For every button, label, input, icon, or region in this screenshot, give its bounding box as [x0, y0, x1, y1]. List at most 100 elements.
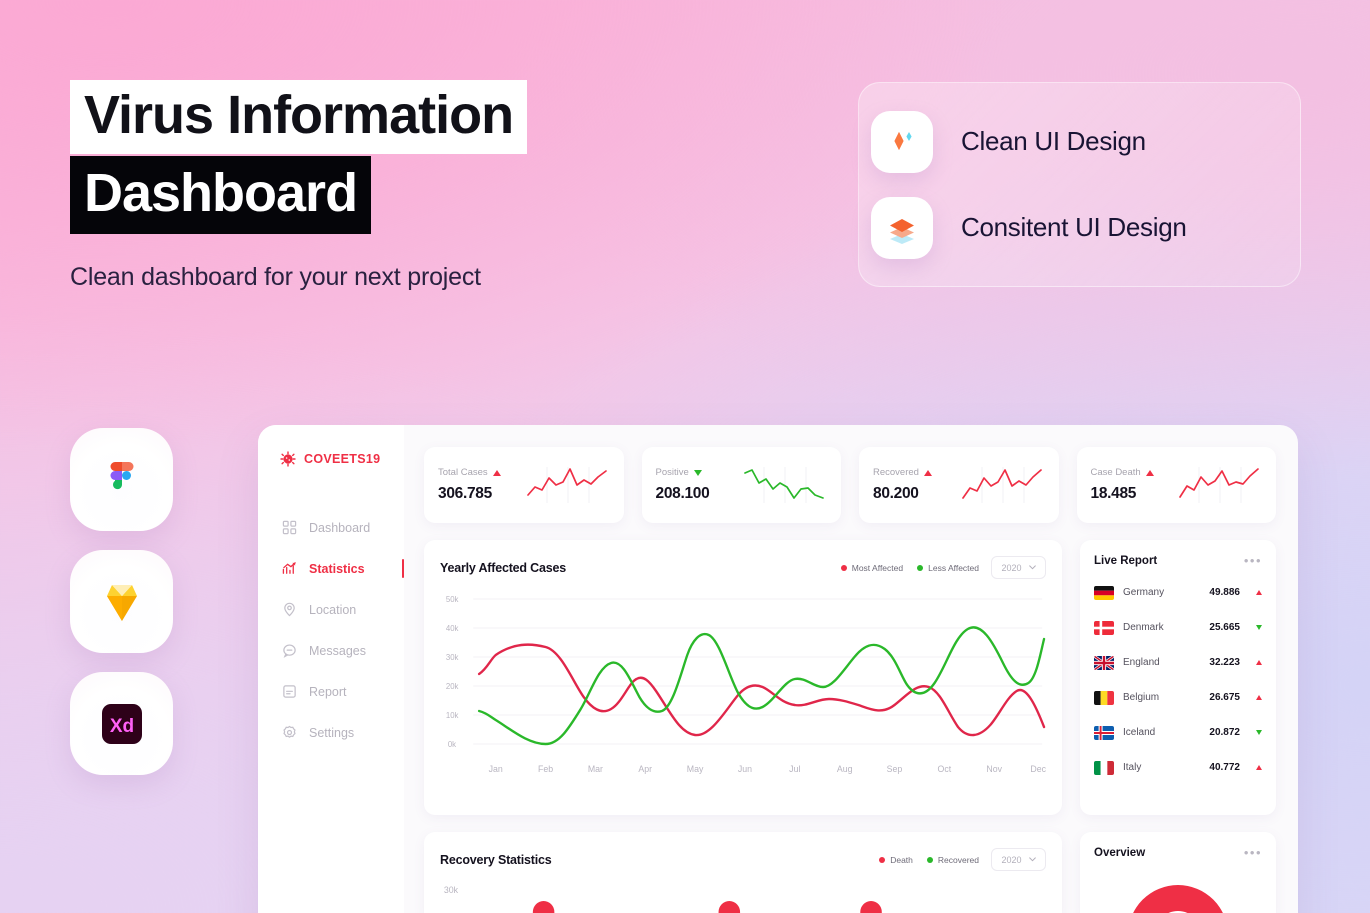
table-row[interactable]: Iceland 20.872 — [1094, 715, 1262, 750]
sidebar-item-dashboard[interactable]: Dashboard — [258, 507, 404, 548]
year-select-yearly[interactable]: 2020 — [991, 556, 1046, 579]
bottom-row: Recovery Statistics Death Recovered 2020… — [424, 832, 1276, 913]
table-row[interactable]: Belgium 26.675 — [1094, 680, 1262, 715]
sidebar-item-label: Statistics — [309, 561, 365, 576]
gear-icon — [283, 725, 296, 738]
table-row[interactable]: Denmark 25.665 — [1094, 610, 1262, 645]
svg-text:Dec: Dec — [1030, 764, 1046, 774]
chart-legend: Death Recovered — [879, 855, 979, 865]
brand-logo[interactable]: COVEETS19 — [258, 451, 404, 467]
svg-text:May: May — [687, 764, 704, 774]
country-name: England — [1123, 657, 1160, 668]
hero-subtitle: Clean dashboard for your next project — [70, 263, 481, 291]
figma-icon — [70, 428, 173, 531]
sidebar-item-statistics[interactable]: Statistics — [258, 548, 404, 589]
feature-item-consistent-ui: Consitent UI Design — [871, 196, 1300, 259]
sparkline-positive — [744, 467, 824, 503]
trend-down-icon — [1256, 730, 1262, 735]
sparkle-icon — [871, 110, 933, 173]
sparkline-total-cases — [526, 467, 607, 503]
legend-item-less-affected: Less Affected — [917, 563, 979, 573]
live-report-title: Live Report — [1094, 554, 1158, 567]
svg-text:Xd: Xd — [109, 716, 133, 737]
stat-card-case-death[interactable]: Case Death 18.485 — [1076, 447, 1276, 523]
document-icon — [283, 685, 296, 698]
table-row[interactable]: England 32.223 — [1094, 645, 1262, 680]
layers-icon — [871, 196, 933, 259]
legend-label: Less Affected — [928, 562, 979, 573]
live-report-menu-button[interactable]: ••• — [1244, 554, 1262, 567]
legend-dot — [926, 856, 933, 863]
flag-england — [1094, 655, 1114, 670]
sidebar-item-report[interactable]: Report — [258, 671, 404, 712]
legend-label: Death — [890, 854, 913, 865]
trend-up-icon — [1256, 765, 1262, 770]
trend-up-icon — [1145, 469, 1154, 476]
country-name: Italy — [1123, 762, 1142, 773]
overview-donut-chart — [1133, 885, 1223, 913]
sketch-icon — [70, 550, 173, 653]
chart-title: Yearly Affected Cases — [440, 560, 566, 575]
sidebar-item-label: Messages — [309, 643, 366, 658]
trend-up-icon — [492, 469, 501, 476]
tool-icon-list: Xd — [70, 428, 173, 775]
legend-item-most-affected: Most Affected — [840, 562, 904, 573]
sidebar-item-settings[interactable]: Settings — [258, 712, 404, 753]
yearly-affected-cases-card: Yearly Affected Cases Most Affected Less… — [424, 540, 1062, 815]
stat-card-row: Total Cases 306.785 Positive 208.100 Rec… — [424, 447, 1276, 523]
legend-dot — [840, 564, 847, 571]
live-report-card: Live Report ••• Germany 49.886 Denmark 2… — [1080, 540, 1276, 815]
overview-title: Overview — [1094, 846, 1146, 859]
stat-value: 18.485 — [1090, 485, 1137, 502]
stat-card-recovered[interactable]: Recovered 80.200 — [859, 447, 1059, 523]
stat-value: 208.100 — [655, 485, 710, 502]
table-row[interactable]: Germany 49.886 — [1094, 575, 1262, 610]
flag-denmark — [1094, 620, 1114, 635]
year-select-recovery[interactable]: 2020 — [991, 848, 1046, 871]
svg-text:10k: 10k — [446, 711, 459, 720]
virus-icon — [280, 451, 296, 467]
sidebar-item-label: Location — [309, 602, 357, 617]
trend-down-icon — [1256, 625, 1262, 630]
trend-up-icon — [1256, 590, 1262, 595]
trend-down-icon — [693, 469, 702, 476]
legend-item-death: Death — [879, 855, 913, 865]
overview-menu-button[interactable]: ••• — [1244, 846, 1262, 859]
stat-label: Recovered — [873, 467, 919, 478]
feature-card: Clean UI Design Consitent UI Design — [858, 82, 1301, 287]
stat-label: Total Cases — [438, 467, 488, 478]
stat-card-total-cases[interactable]: Total Cases 306.785 — [424, 447, 624, 523]
hero-heading: Virus Information Dashboard Clean dashbo… — [70, 80, 528, 296]
sidebar-item-location[interactable]: Location — [258, 589, 404, 630]
svg-text:50k: 50k — [446, 595, 459, 604]
sidebar-item-label: Dashboard — [309, 520, 371, 535]
table-row[interactable]: Italy 40.772 — [1094, 750, 1262, 785]
sidebar-item-label: Report — [309, 684, 347, 699]
feature-label: Clean UI Design — [961, 126, 1146, 156]
axis-tick-label: 30k — [444, 885, 459, 895]
chart-up-icon — [282, 562, 296, 574]
sidebar-item-messages[interactable]: Messages — [258, 630, 404, 671]
dashboard-content: Total Cases 306.785 Positive 208.100 Rec… — [404, 425, 1298, 913]
trend-up-icon — [1256, 660, 1262, 665]
svg-text:Jul: Jul — [789, 764, 800, 774]
country-value: 32.223 — [1209, 657, 1240, 668]
svg-text:30k: 30k — [446, 653, 459, 662]
trend-up-icon — [1256, 695, 1262, 700]
country-name: Belgium — [1123, 692, 1160, 703]
feature-item-clean-ui: Clean UI Design — [871, 110, 1300, 173]
brand-name: COVEETS19 — [304, 452, 381, 466]
year-select-value: 2020 — [1001, 854, 1022, 865]
svg-text:Aug: Aug — [837, 764, 853, 774]
stat-card-positive[interactable]: Positive 208.100 — [641, 447, 841, 523]
svg-text:0k: 0k — [448, 740, 456, 749]
trend-up-icon — [923, 469, 932, 476]
flag-belgium — [1094, 690, 1114, 705]
recovery-statistics-card: Recovery Statistics Death Recovered 2020… — [424, 832, 1062, 913]
legend-dot — [917, 564, 924, 571]
sidebar: COVEETS19 Dashboard Statistics Location … — [258, 425, 404, 913]
country-value: 49.886 — [1209, 587, 1240, 598]
svg-text:Nov: Nov — [986, 764, 1002, 774]
legend-label: Most Affected — [851, 562, 904, 573]
adobe-xd-icon: Xd — [70, 672, 173, 775]
